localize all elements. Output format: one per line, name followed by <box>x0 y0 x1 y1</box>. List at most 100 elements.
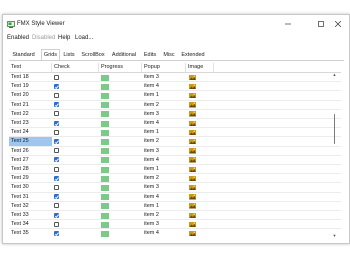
checkbox[interactable] <box>54 83 59 89</box>
checkbox[interactable] <box>54 230 59 236</box>
cell-popup[interactable]: item 2 <box>142 174 186 183</box>
checkbox[interactable] <box>54 138 59 144</box>
cell-popup[interactable]: item 2 <box>142 211 186 220</box>
scroll-down-icon[interactable]: ▼ <box>332 233 337 238</box>
cell-popup[interactable]: item 4 <box>142 229 186 237</box>
column-header-text[interactable]: Text <box>9 63 52 72</box>
checkbox[interactable] <box>54 212 59 218</box>
checkbox[interactable] <box>54 194 59 200</box>
table-row[interactable]: Text 32 item 1 <box>9 202 341 211</box>
cell-popup[interactable]: item 4 <box>142 119 186 128</box>
table-row[interactable]: Text 30 item 3 <box>9 183 341 193</box>
maximize-button[interactable] <box>313 18 329 31</box>
tab-additional[interactable]: Additional <box>109 50 139 60</box>
cell-text[interactable]: Text 24 <box>9 128 52 137</box>
table-row[interactable]: Text 26 item 3 <box>9 147 341 156</box>
checkbox[interactable] <box>54 166 59 172</box>
table-row[interactable]: Text 21 item 2 <box>9 101 341 110</box>
cell-text[interactable]: Text 32 <box>9 202 52 211</box>
cell-progress <box>99 156 142 165</box>
table-row[interactable]: Text 34 item 3 <box>9 220 341 230</box>
cell-text[interactable]: Text 19 <box>9 82 52 91</box>
cell-text[interactable]: Text 23 <box>9 119 52 128</box>
cell-popup[interactable]: item 3 <box>142 110 186 119</box>
cell-popup[interactable]: item 2 <box>142 101 186 110</box>
column-header-progress[interactable]: Progress <box>99 63 142 72</box>
cell-popup[interactable]: item 4 <box>142 156 186 165</box>
table-row[interactable]: Text 18 item 3 <box>9 73 341 83</box>
cell-popup[interactable]: item 1 <box>142 202 186 211</box>
cell-popup[interactable]: item 3 <box>142 183 186 192</box>
table-row[interactable]: Text 19 item 4 <box>9 82 341 92</box>
menu-load[interactable]: Load... <box>75 34 93 42</box>
cell-popup[interactable]: item 1 <box>142 91 186 100</box>
cell-text[interactable]: Text 35 <box>9 229 52 237</box>
table-row[interactable]: Text 33 item 2 <box>9 211 341 221</box>
cell-popup[interactable]: item 1 <box>142 128 186 137</box>
checkbox[interactable] <box>54 111 59 117</box>
minimize-button[interactable] <box>280 18 296 31</box>
checkbox[interactable] <box>54 74 59 80</box>
cell-text[interactable]: Text 33 <box>9 211 52 220</box>
cell-text[interactable]: Text 26 <box>9 147 52 156</box>
cell-popup[interactable]: item 1 <box>142 165 186 174</box>
tab-scrollbox[interactable]: ScrollBox <box>79 50 107 60</box>
menu-help[interactable]: Help <box>58 34 70 42</box>
cell-text[interactable]: Text 25 <box>9 137 52 147</box>
cell-text[interactable]: Text 27 <box>9 156 52 165</box>
checkbox[interactable] <box>54 129 59 135</box>
table-row[interactable]: Text 28 item 1 <box>9 165 341 175</box>
cell-text[interactable]: Text 18 <box>9 73 52 82</box>
tab-lists[interactable]: Lists <box>61 50 77 60</box>
table-row[interactable]: Text 22 item 3 <box>9 110 341 119</box>
checkbox[interactable] <box>54 175 59 181</box>
tab-standard[interactable]: Standard <box>9 50 38 60</box>
cell-popup[interactable]: item 4 <box>142 193 186 202</box>
checkbox[interactable] <box>54 92 59 98</box>
table-row[interactable]: Text 25 item 2 <box>9 137 341 147</box>
table-row[interactable]: Text 29 item 2 <box>9 174 341 184</box>
column-header-popup[interactable]: Popup <box>142 63 186 72</box>
checkbox[interactable] <box>54 102 59 108</box>
table-row[interactable]: Text 35 item 4 <box>9 229 341 237</box>
tab-extended[interactable]: Extended <box>179 50 207 60</box>
cell-popup[interactable]: item 2 <box>142 137 186 146</box>
cell-text[interactable]: Text 22 <box>9 110 52 119</box>
column-header-image[interactable]: Image <box>186 63 214 72</box>
table-row[interactable]: Text 27 item 4 <box>9 156 341 165</box>
progress-bar <box>101 92 109 99</box>
tab-misc[interactable]: Misc <box>161 50 177 60</box>
checkbox[interactable] <box>54 148 59 154</box>
cell-popup[interactable]: item 3 <box>142 220 186 229</box>
cell-text[interactable]: Text 20 <box>9 91 52 100</box>
checkbox[interactable] <box>54 120 59 126</box>
cell-text[interactable]: Text 34 <box>9 220 52 229</box>
table-row[interactable]: Text 20 item 1 <box>9 91 341 101</box>
scrollbar-thumb[interactable] <box>333 114 336 144</box>
table-row[interactable]: Text 24 item 1 <box>9 128 341 138</box>
table-row[interactable]: Text 31 item 4 <box>9 193 341 202</box>
cell-text[interactable]: Text 31 <box>9 193 52 202</box>
cell-text[interactable]: Text 30 <box>9 183 52 192</box>
table-row[interactable]: Text 23 item 4 <box>9 119 341 129</box>
cell-progress <box>99 220 142 229</box>
vertical-scrollbar[interactable]: ▲ ▼ <box>332 72 337 239</box>
checkbox[interactable] <box>54 221 59 227</box>
cell-text[interactable]: Text 29 <box>9 174 52 183</box>
data-grid[interactable]: Text Check Progress Popup Image Text 18 i… <box>9 63 341 237</box>
checkbox[interactable] <box>54 157 59 163</box>
menu-enabled[interactable]: Enabled <box>7 34 29 42</box>
title-bar[interactable]: FMX Style Viewer <box>3 15 349 35</box>
menu-disabled[interactable]: Disabled <box>32 34 55 42</box>
scroll-up-icon[interactable]: ▲ <box>332 72 337 77</box>
cell-popup[interactable]: item 3 <box>142 147 186 156</box>
column-header-check[interactable]: Check <box>52 63 99 72</box>
cell-popup[interactable]: item 3 <box>142 73 186 82</box>
cell-text[interactable]: Text 28 <box>9 165 52 174</box>
checkbox[interactable] <box>54 203 59 209</box>
close-button[interactable] <box>330 18 346 31</box>
tab-edits[interactable]: Edits <box>141 50 159 60</box>
checkbox[interactable] <box>54 184 59 190</box>
cell-text[interactable]: Text 21 <box>9 101 52 110</box>
cell-popup[interactable]: item 4 <box>142 82 186 91</box>
